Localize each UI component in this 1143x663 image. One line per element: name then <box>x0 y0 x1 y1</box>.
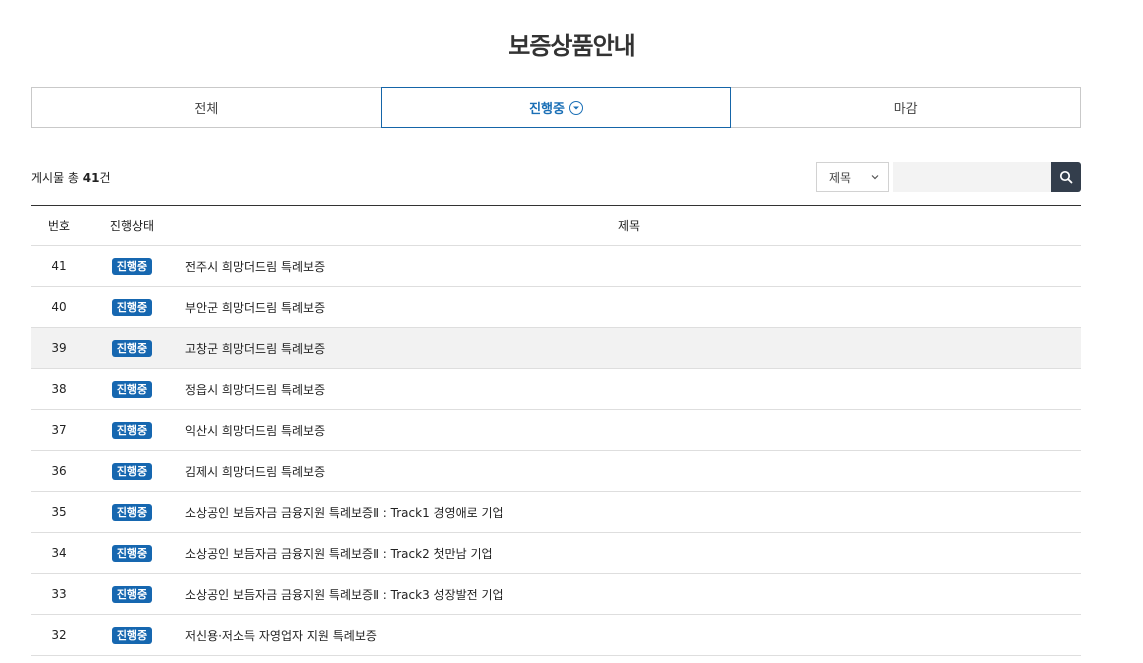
status-badge: 진행중 <box>111 462 153 480</box>
chevron-down-icon <box>871 175 879 180</box>
tab-ongoing-label: 진행중 <box>529 102 565 117</box>
table-row[interactable]: 40 진행중 부안군 희망더드림 특례보증 <box>31 287 1081 328</box>
row-number: 38 <box>51 382 67 396</box>
status-badge: 진행중 <box>111 257 153 275</box>
table-header: 번호 진행상태 제목 <box>31 206 1081 246</box>
row-state: 진행중 <box>87 544 177 562</box>
row-state: 진행중 <box>87 421 177 439</box>
row-number: 37 <box>51 423 67 437</box>
table-row[interactable]: 38 진행중 정읍시 희망더드림 특례보증 <box>31 369 1081 410</box>
search-icon <box>1059 170 1073 184</box>
search-button[interactable] <box>1051 162 1081 192</box>
status-badge: 진행중 <box>111 380 153 398</box>
table-row[interactable]: 41 진행중 전주시 희망더드림 특례보증 <box>31 246 1081 287</box>
table-row[interactable]: 39 진행중 고창군 희망더드림 특례보증 <box>31 328 1081 369</box>
table-row[interactable]: 36 진행중 김제시 희망더드림 특례보증 <box>31 451 1081 492</box>
row-state: 진행중 <box>87 462 177 480</box>
tab-all-label: 전체 <box>194 102 219 117</box>
table-row[interactable]: 35 진행중 소상공인 보듬자금 금융지원 특례보증Ⅱ : Track1 경영애로 … <box>31 492 1081 533</box>
post-count-number: 41 <box>82 171 100 185</box>
post-count: 게시물 총 41건 <box>31 169 111 186</box>
status-badge: 진행중 <box>111 626 153 644</box>
search-field-select-value: 제목 <box>829 170 852 185</box>
row-title-link[interactable]: 소상공인 보듬자금 금융지원 특례보증Ⅱ : Track2 첫만남 기업 <box>177 545 1081 562</box>
row-number: 34 <box>51 546 67 560</box>
row-state: 진행중 <box>87 298 177 316</box>
row-title-link[interactable]: 전주시 희망더드림 특례보증 <box>177 258 1081 275</box>
table-row[interactable]: 32 진행중 저신용·저소득 자영업자 지원 특례보증 <box>31 615 1081 656</box>
row-state: 진행중 <box>87 339 177 357</box>
row-state: 진행중 <box>87 257 177 275</box>
status-tabs: 전체 진행중 마감 <box>31 87 1082 128</box>
row-title-link[interactable]: 김제시 희망더드림 특례보증 <box>177 463 1081 480</box>
header-num: 번호 <box>47 219 71 233</box>
row-title-link[interactable]: 익산시 희망더드림 특례보증 <box>177 422 1081 439</box>
row-state: 진행중 <box>87 626 177 644</box>
row-title-link[interactable]: 정읍시 희망더드림 특례보증 <box>177 381 1081 398</box>
post-count-prefix: 게시물 총 <box>31 171 83 185</box>
row-title-link[interactable]: 고창군 희망더드림 특례보증 <box>177 340 1081 357</box>
status-badge: 진행중 <box>111 544 153 562</box>
row-number: 40 <box>51 300 67 314</box>
table-row[interactable]: 33 진행중 소상공인 보듬자금 금융지원 특례보증Ⅱ : Track3 성장발전 … <box>31 574 1081 615</box>
row-number: 39 <box>51 341 67 355</box>
status-badge: 진행중 <box>111 421 153 439</box>
row-number: 36 <box>51 464 67 478</box>
table-row[interactable]: 37 진행중 익산시 희망더드림 특례보증 <box>31 410 1081 451</box>
status-badge: 진행중 <box>111 339 153 357</box>
tab-closed[interactable]: 마감 <box>730 87 1082 128</box>
chevron-down-circle-icon[interactable] <box>568 100 583 115</box>
row-number: 32 <box>51 628 67 642</box>
table-row[interactable]: 34 진행중 소상공인 보듬자금 금융지원 특례보증Ⅱ : Track2 첫만남 기… <box>31 533 1081 574</box>
header-title: 제목 <box>617 219 641 233</box>
post-count-suffix: 건 <box>99 171 111 185</box>
row-title-link[interactable]: 부안군 희망더드림 특례보증 <box>177 299 1081 316</box>
row-number: 35 <box>51 505 67 519</box>
tab-closed-label: 마감 <box>893 102 918 117</box>
row-title-link[interactable]: 소상공인 보듬자금 금융지원 특례보증Ⅱ : Track3 성장발전 기업 <box>177 586 1081 603</box>
row-state: 진행중 <box>87 585 177 603</box>
tab-all[interactable]: 전체 <box>31 87 382 128</box>
row-state: 진행중 <box>87 380 177 398</box>
page-title: 보증상품안내 <box>508 32 635 60</box>
search-input[interactable] <box>893 162 1051 192</box>
status-badge: 진행중 <box>111 585 153 603</box>
product-table: 번호 진행상태 제목 41 진행중 전주시 희망더드림 특례보증 40 진행중 부안군 희… <box>31 205 1081 656</box>
row-number: 33 <box>51 587 67 601</box>
row-title-link[interactable]: 소상공인 보듬자금 금융지원 특례보증Ⅱ : Track1 경영애로 기업 <box>177 504 1081 521</box>
search-field-select[interactable]: 제목 <box>816 162 889 192</box>
header-state: 진행상태 <box>109 219 155 233</box>
tab-ongoing[interactable]: 진행중 <box>380 87 732 128</box>
search-bar: 제목 <box>816 162 1081 192</box>
row-state: 진행중 <box>87 503 177 521</box>
row-number: 41 <box>51 259 67 273</box>
status-badge: 진행중 <box>111 503 153 521</box>
status-badge: 진행중 <box>111 298 153 316</box>
row-title-link[interactable]: 저신용·저소득 자영업자 지원 특례보증 <box>177 627 1081 644</box>
